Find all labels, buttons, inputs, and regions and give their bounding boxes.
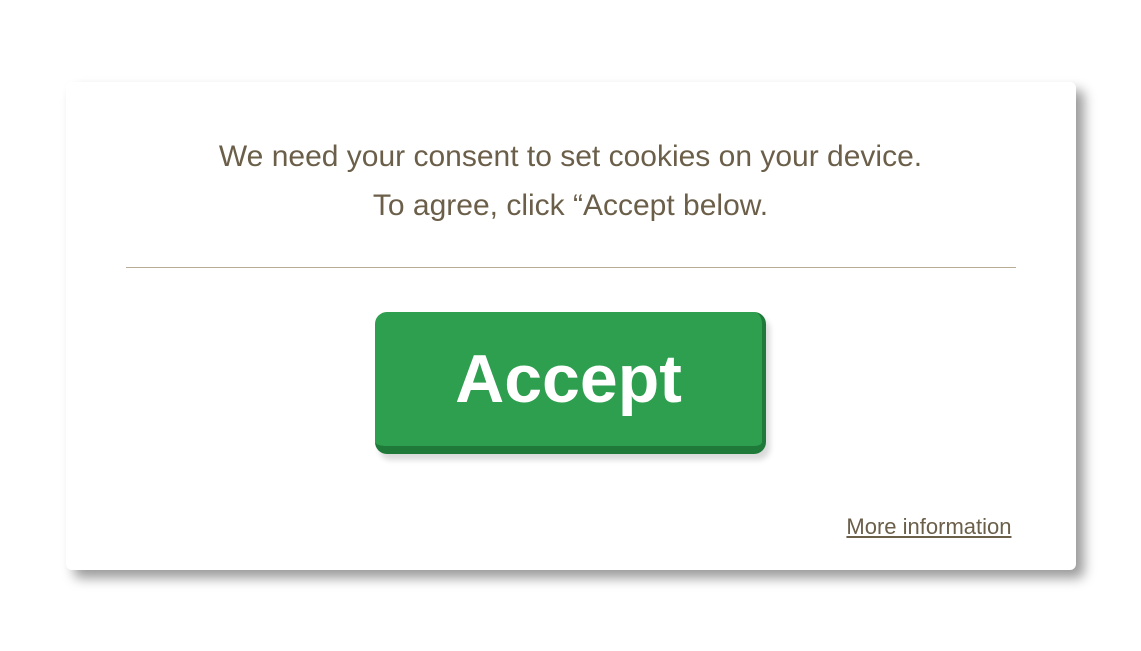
consent-message-line1: We need your consent to set cookies on y… [219,140,922,173]
button-container: Accept [126,312,1016,454]
divider [126,267,1016,268]
accept-button[interactable]: Accept [375,312,766,454]
more-info-container: More information [126,514,1016,540]
more-information-link[interactable]: More information [846,514,1011,539]
cookie-consent-dialog: We need your consent to set cookies on y… [66,82,1076,570]
consent-message: We need your consent to set cookies on y… [126,132,1016,231]
consent-message-line2: To agree, click “Accept below. [373,189,768,222]
